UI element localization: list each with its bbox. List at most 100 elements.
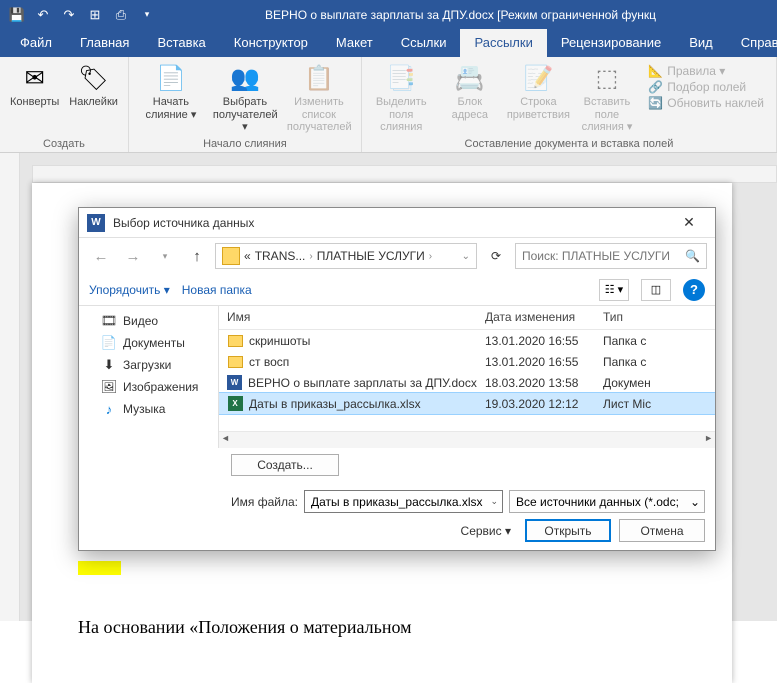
organize-button[interactable]: Упорядочить ▾	[89, 283, 170, 297]
close-button[interactable]: ✕	[669, 209, 709, 237]
envelopes-button[interactable]: ✉Конверты	[6, 60, 63, 111]
greeting-line-button[interactable]: 📝Строка приветствия	[505, 60, 572, 123]
redo-icon[interactable]: ↷	[58, 4, 80, 26]
preview-pane-button[interactable]: ◫	[641, 279, 671, 301]
file-date: 19.03.2020 12:12	[477, 397, 595, 411]
insert-merge-field-button[interactable]: ⬚Вставить поле слияния ▾	[574, 60, 641, 136]
file-name: ВЕРНО о выплате зарплаты за ДПУ.docx	[248, 376, 477, 390]
quick-print-icon[interactable]: ⎙	[110, 4, 132, 26]
tab-references[interactable]: Ссылки	[387, 29, 461, 57]
address-block-button[interactable]: 📇Блок адреса	[437, 60, 504, 123]
titlebar: 💾 ↶ ↷ ⊞ ⎙ ▾ ВЕРНО о выплате зарплаты за …	[0, 0, 777, 29]
select-recipients-button[interactable]: 👥Выбрать получателей ▾	[209, 60, 281, 136]
nav-up-button[interactable]: ↑	[183, 243, 211, 269]
highlighted-text	[78, 561, 121, 575]
rules-button[interactable]: 📐Правила ▾	[648, 64, 764, 78]
filename-label: Имя файла:	[231, 495, 298, 509]
refresh-button[interactable]: ⟳	[481, 243, 511, 269]
document-title: ВЕРНО о выплате зарплаты за ДПУ.docx [Ре…	[164, 8, 777, 22]
tab-help[interactable]: Справка	[727, 29, 777, 57]
download-icon: ⬇	[101, 357, 117, 373]
labels-button[interactable]: 🏷Наклейки	[65, 60, 122, 111]
create-source-button[interactable]: Создать...	[231, 454, 339, 476]
folder-icon	[228, 356, 243, 368]
greeting-icon: 📝	[522, 62, 554, 94]
word-file-icon: W	[227, 375, 242, 390]
breadcrumb-part-1[interactable]: TRANS...	[255, 249, 306, 263]
sidebar-item-downloads[interactable]: ⬇Загрузки	[79, 354, 218, 376]
tools-dropdown[interactable]: Сервис ▾	[461, 524, 511, 538]
ribbon: ✉Конверты 🏷Наклейки Создать 📄Начать слия…	[0, 57, 777, 153]
nav-history-button[interactable]: ▾	[151, 243, 179, 269]
file-date: 18.03.2020 13:58	[477, 376, 595, 390]
chevron-down-icon[interactable]: ⌄	[486, 496, 498, 507]
start-merge-button[interactable]: 📄Начать слияние ▾	[135, 60, 207, 123]
label-icon: 🏷	[78, 62, 110, 94]
update-labels-button[interactable]: 🔄Обновить наклей	[648, 96, 764, 110]
chevron-down-icon[interactable]: ⌄	[462, 251, 470, 262]
match-icon: 🔗	[648, 80, 663, 94]
column-type[interactable]: Тип	[595, 306, 715, 329]
file-name: ст восп	[249, 355, 289, 369]
chevron-right-icon: ›	[309, 251, 312, 262]
file-row[interactable]: ст восп13.01.2020 16:55Папка с	[219, 351, 715, 372]
merge-icon: 📄	[155, 62, 187, 94]
tab-design[interactable]: Конструктор	[220, 29, 322, 57]
tab-layout[interactable]: Макет	[322, 29, 387, 57]
open-button[interactable]: Открыть	[525, 519, 611, 542]
horizontal-scrollbar[interactable]	[219, 431, 715, 448]
sidebar-item-music[interactable]: ♪Музыка	[79, 398, 218, 420]
search-icon[interactable]: 🔍	[685, 249, 700, 263]
file-date: 13.01.2020 16:55	[477, 355, 595, 369]
touch-mode-icon[interactable]: ⊞	[84, 4, 106, 26]
dialog-title: Выбор источника данных	[113, 216, 669, 230]
file-row[interactable]: W ВЕРНО о выплате зарплаты за ДПУ.docx18.…	[219, 372, 715, 393]
filename-combo[interactable]: Даты в приказы_рассылка.xlsx⌄	[304, 490, 503, 513]
highlight-fields-button[interactable]: 📑Выделить поля слияния	[368, 60, 435, 136]
file-name: скриншоты	[249, 334, 310, 348]
file-name: Даты в приказы_рассылка.xlsx	[249, 397, 421, 411]
tab-mailings[interactable]: Рассылки	[460, 29, 546, 57]
nav-forward-button[interactable]: →	[119, 243, 147, 269]
edit-recipients-button[interactable]: 📋Изменить список получателей	[283, 60, 355, 136]
vertical-ruler[interactable]	[0, 153, 20, 621]
search-box[interactable]: 🔍	[515, 243, 707, 269]
match-fields-button[interactable]: 🔗Подбор полей	[648, 80, 764, 94]
chevron-right-icon: ›	[429, 251, 432, 262]
help-button[interactable]: ?	[683, 279, 705, 301]
qat-more-icon[interactable]: ▾	[136, 4, 158, 26]
file-picker-dialog: W Выбор источника данных ✕ ← → ▾ ↑ « TRA…	[78, 207, 716, 551]
sidebar-item-videos[interactable]: 🎞Видео	[79, 310, 218, 332]
excel-file-icon: X	[228, 396, 243, 411]
column-date[interactable]: Дата изменения	[477, 306, 595, 329]
tab-home[interactable]: Главная	[66, 29, 143, 57]
recipients-icon: 👥	[229, 62, 261, 94]
horizontal-ruler[interactable]	[32, 165, 777, 183]
update-icon: 🔄	[648, 96, 663, 110]
nav-back-button[interactable]: ←	[87, 243, 115, 269]
breadcrumb[interactable]: « TRANS... › ПЛАТНЫЕ УСЛУГИ › ⌄	[215, 243, 477, 269]
undo-icon[interactable]: ↶	[32, 4, 54, 26]
cancel-button[interactable]: Отмена	[619, 519, 705, 542]
sidebar-item-documents[interactable]: 📄Документы	[79, 332, 218, 354]
save-icon[interactable]: 💾	[6, 4, 28, 26]
search-input[interactable]	[522, 249, 685, 263]
file-row[interactable]: X Даты в приказы_рассылка.xlsx 19.03.2020 …	[219, 393, 715, 414]
nav-sidebar: 🎞Видео 📄Документы ⬇Загрузки 🖼Изображения…	[79, 306, 219, 448]
sidebar-item-pictures[interactable]: 🖼Изображения	[79, 376, 218, 398]
column-name[interactable]: Имя	[219, 306, 477, 329]
breadcrumb-part-2[interactable]: ПЛАТНЫЕ УСЛУГИ	[317, 249, 425, 263]
file-row[interactable]: скриншоты13.01.2020 16:55Папка с	[219, 330, 715, 351]
insert-field-icon: ⬚	[591, 62, 623, 94]
tab-insert[interactable]: Вставка	[143, 29, 219, 57]
envelope-icon: ✉	[19, 62, 51, 94]
chevron-down-icon[interactable]: ⌄	[690, 495, 700, 509]
filter-combo[interactable]: Все источники данных (*.odc;⌄	[509, 490, 705, 513]
tab-file[interactable]: Файл	[6, 29, 66, 57]
view-options-button[interactable]: ☷ ▾	[599, 279, 629, 301]
tab-review[interactable]: Рецензирование	[547, 29, 675, 57]
ribbon-tabs: Файл Главная Вставка Конструктор Макет С…	[0, 29, 777, 57]
new-folder-button[interactable]: Новая папка	[182, 283, 252, 297]
tab-view[interactable]: Вид	[675, 29, 727, 57]
word-app-icon: W	[87, 214, 105, 232]
